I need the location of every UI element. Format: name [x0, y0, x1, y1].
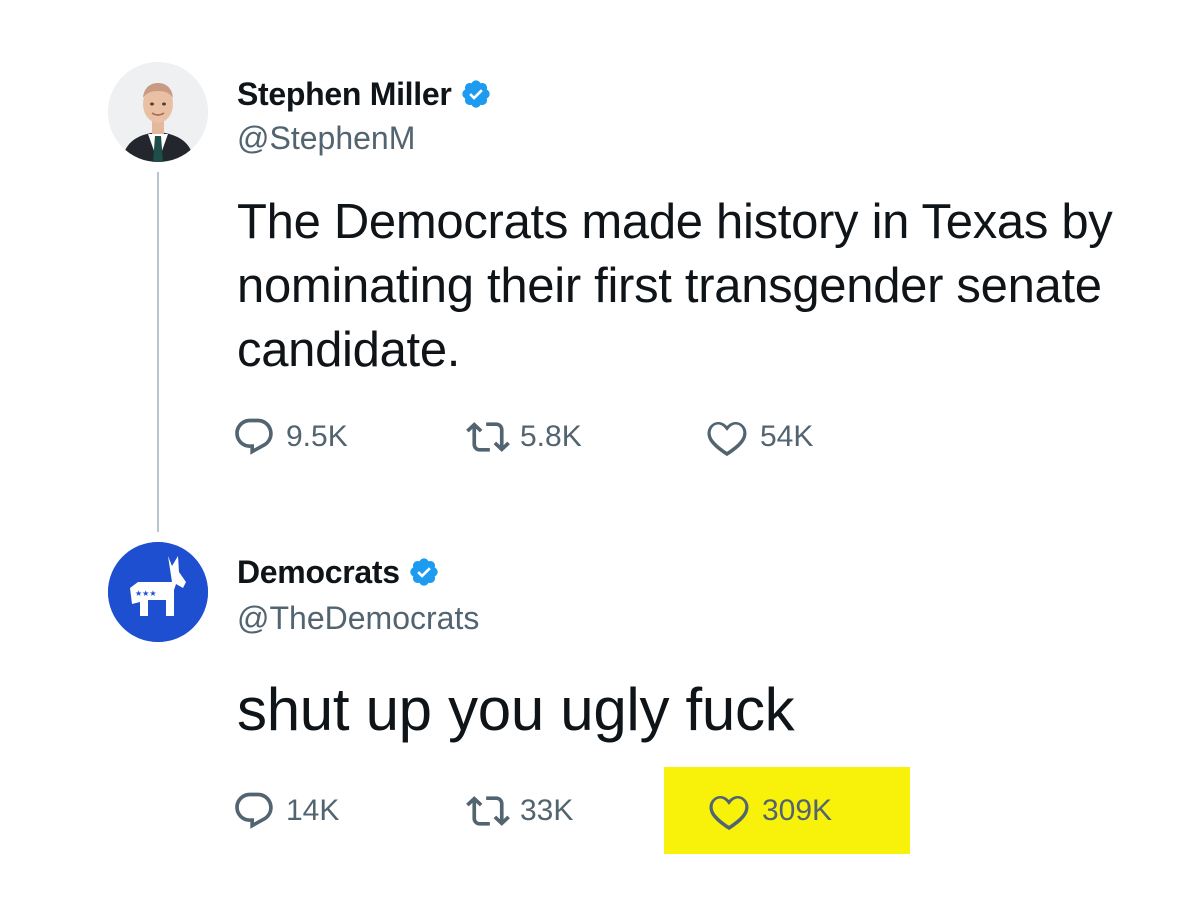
thread-connector-line: [157, 172, 159, 532]
like-button[interactable]: 309K: [706, 786, 832, 836]
user-handle[interactable]: @StephenM: [237, 118, 415, 158]
like-count: 54K: [760, 420, 814, 453]
display-name[interactable]: Democrats: [237, 552, 400, 592]
avatar-stephen-miller[interactable]: [108, 62, 208, 162]
retweet-button[interactable]: 33K: [466, 786, 573, 836]
retweet-icon: [466, 422, 510, 452]
tweet-1-header: Stephen Miller: [237, 74, 492, 114]
retweet-icon: [466, 796, 510, 826]
reply-count: 14K: [286, 794, 340, 827]
tweet-text: The Democrats made history in Texas by n…: [237, 195, 1113, 377]
like-icon: [709, 795, 749, 831]
reply-count: 9.5K: [286, 420, 348, 453]
user-handle[interactable]: @TheDemocrats: [237, 598, 479, 638]
donkey-logo-icon: ★★★: [108, 542, 208, 642]
reply-button[interactable]: 9.5K: [232, 412, 348, 462]
like-count: 309K: [762, 794, 833, 827]
verified-badge-icon: [461, 80, 490, 108]
tweet-2-header: Democrats: [237, 552, 440, 592]
reply-icon: [235, 418, 273, 455]
tweet-text: shut up you ugly fuck: [237, 676, 795, 743]
display-name[interactable]: Stephen Miller: [237, 74, 452, 114]
retweet-count: 33K: [520, 794, 574, 827]
reply-icon: [235, 792, 273, 829]
verified-badge-icon: [410, 558, 438, 586]
like-button[interactable]: 54K: [704, 412, 813, 462]
reply-button[interactable]: 14K: [232, 786, 339, 836]
like-icon: [707, 421, 747, 457]
retweet-button[interactable]: 5.8K: [466, 412, 582, 462]
avatar-democrats[interactable]: ★★★: [108, 542, 208, 642]
person-photo-avatar-icon: [108, 62, 208, 162]
retweet-count: 5.8K: [520, 420, 582, 453]
svg-text:★★★: ★★★: [135, 589, 157, 598]
